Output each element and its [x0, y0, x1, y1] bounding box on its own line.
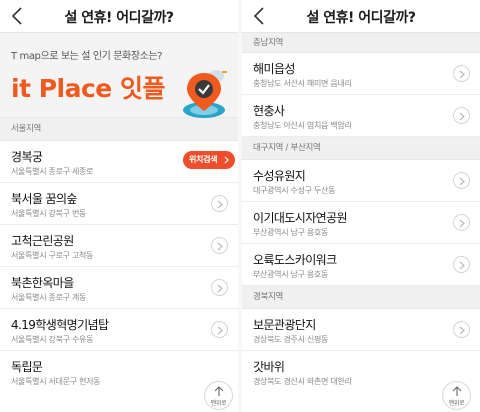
banner-subtitle: T map으로 보는 설 인기 문화장소는? [11, 51, 163, 62]
place-name: 북서울 꿈의숲 [11, 192, 77, 206]
list-item[interactable]: 북촌한옥마을 서울특별시 종로구 계동 [0, 267, 238, 309]
place-name: 해미읍성 [253, 62, 295, 76]
chevron-right-icon[interactable] [453, 107, 470, 124]
place-name: 보문관광단지 [253, 318, 316, 332]
chevron-right-icon[interactable] [211, 237, 228, 254]
itplace-banner[interactable]: T map으로 보는 설 인기 문화장소는? it Place 잇플 [0, 33, 238, 118]
page-title: 설 연휴! 어디갈까? [64, 10, 174, 26]
page-title: 설 연휴! 어디갈까? [306, 10, 416, 26]
place-address: 서울특별시 서대문구 현저동 [11, 377, 101, 386]
right-screen: 설 연휴! 어디갈까? 충남지역 해미읍성 충청남도 서산시 해미면 읍내리 현… [242, 0, 480, 412]
place-name: 독립문 [11, 360, 43, 374]
list-item[interactable]: 오륙도스카이워크 부산광역시 남구 용호동 [242, 244, 480, 286]
list-item[interactable]: 4.19학생혁명기념탑 서울특별시 강북구 수유동 [0, 309, 238, 351]
section-header-gyeongbuk: 경북지역 [242, 286, 480, 309]
arrow-up-icon [452, 386, 462, 396]
place-name: 현충사 [253, 104, 285, 118]
list-item[interactable]: 현충사 충청남도 아산시 염치읍 백암리 [242, 95, 480, 137]
section-header-chungnam: 충남지역 [242, 33, 480, 53]
place-address: 서울특별시 종로구 세종로 [11, 167, 94, 176]
chevron-right-icon[interactable] [453, 214, 470, 231]
location-pin-icon [183, 73, 225, 118]
list-item[interactable]: 북서울 꿈의숲 서울특별시 강북구 번동 [0, 183, 238, 225]
chevron-right-icon [224, 156, 229, 164]
place-address: 서울특별시 구로구 고척동 [11, 251, 94, 260]
list-item[interactable]: 독립문 서울특별시 서대문구 현저동 [0, 351, 238, 393]
scroll-top-label: 맨위로 [210, 400, 227, 407]
place-address: 부산광역시 남구 용호동 [253, 270, 329, 279]
arrow-up-icon [214, 386, 224, 396]
list-item[interactable]: 경복궁 서울특별시 종로구 세종로 위치검색 [0, 141, 238, 183]
header: 설 연휴! 어디갈까? [0, 0, 238, 33]
chevron-right-icon[interactable] [211, 279, 228, 296]
header: 설 연휴! 어디갈까? [242, 0, 480, 33]
list-item[interactable]: 수성유원지 대구광역시 수성구 두산동 [242, 160, 480, 202]
place-name: 고척근린공원 [11, 234, 74, 248]
chevron-right-icon[interactable] [211, 195, 228, 212]
place-address: 부산광역시 남구 용호동 [253, 228, 329, 237]
scroll-top-button[interactable]: 맨위로 [442, 381, 471, 410]
place-address: 경상북도 경주시 신평동 [253, 335, 329, 344]
scroll-top-button[interactable]: 맨위로 [204, 381, 233, 410]
section-header-seoul: 서울지역 [0, 118, 238, 141]
list-item[interactable]: 보문관광단지 경상북도 경주시 신평동 [242, 309, 480, 351]
itplace-logo: it Place 잇플 [11, 74, 165, 103]
scroll-top-label: 맨위로 [448, 400, 465, 407]
chevron-right-icon[interactable] [453, 65, 470, 82]
place-name: 갓바위 [253, 360, 285, 374]
place-name: 북촌한옥마을 [11, 276, 74, 290]
place-name: 수성유원지 [253, 169, 306, 183]
list-item[interactable]: 고척근린공원 서울특별시 구로구 고척동 [0, 225, 238, 267]
chevron-right-icon[interactable] [453, 172, 470, 189]
list-item[interactable]: 해미읍성 충청남도 서산시 해미면 읍내리 [242, 53, 480, 95]
section-header-daegu-busan: 대구지역 / 부산지역 [242, 137, 480, 160]
chevron-right-icon[interactable] [453, 256, 470, 273]
left-screen: 설 연휴! 어디갈까? T map으로 보는 설 인기 문화장소는? it Pl… [0, 0, 238, 412]
place-name: 오륙도스카이워크 [253, 253, 337, 267]
list-item[interactable]: 이기대도시자연공원 부산광역시 남구 용호동 [242, 202, 480, 244]
place-address: 서울특별시 강북구 수유동 [11, 335, 94, 344]
place-address: 대구광역시 수성구 두산동 [253, 186, 336, 195]
place-name: 경복궁 [11, 150, 43, 164]
place-address: 서울특별시 강북구 번동 [11, 209, 87, 218]
chevron-right-icon[interactable] [453, 321, 470, 338]
place-address: 서울특별시 종로구 계동 [11, 293, 87, 302]
place-address: 충청남도 아산시 염치읍 백암리 [253, 121, 352, 130]
chevron-right-icon[interactable] [211, 321, 228, 338]
place-address: 경상북도 경산시 와촌면 대한리 [253, 377, 352, 386]
location-search-label: 위치검색 [189, 155, 218, 164]
location-search-button[interactable]: 위치검색 [183, 151, 235, 169]
place-name: 이기대도시자연공원 [253, 211, 348, 225]
place-name: 4.19학생혁명기념탑 [11, 318, 109, 332]
place-address: 충청남도 서산시 해미면 읍내리 [253, 79, 352, 88]
